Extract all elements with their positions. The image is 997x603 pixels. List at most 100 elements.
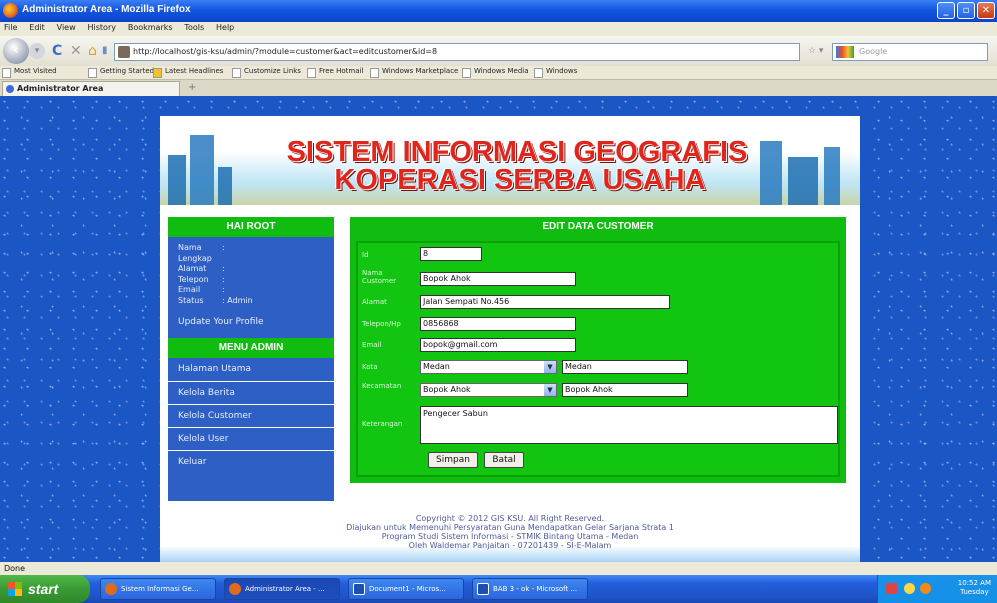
status-bar: Done (0, 562, 997, 575)
menu-file[interactable]: File (0, 22, 22, 32)
sidebar-greeting: HAI ROOT (168, 217, 334, 237)
info-label: Alamat (178, 264, 207, 273)
word-icon (353, 583, 365, 595)
home-icon[interactable]: ⌂ (88, 42, 97, 60)
rss-folder-icon (153, 68, 162, 78)
menu-tools[interactable]: Tools (180, 22, 209, 32)
tab-administrator-area[interactable]: Administrator Area (2, 81, 180, 96)
label-kota: Kota (362, 363, 378, 371)
sidebar-item-kelola-user[interactable]: Kelola User (168, 427, 334, 450)
kota-text-field[interactable]: Medan (562, 360, 688, 374)
email-field[interactable]: bopok@gmail.com (420, 338, 576, 352)
edit-customer-panel: EDIT DATA CUSTOMER Id 8 Nama Customer Bo… (350, 217, 846, 483)
batal-button[interactable]: Batal (484, 452, 524, 468)
search-placeholder: Google (859, 47, 888, 56)
maximize-button[interactable]: ▫ (957, 2, 975, 19)
bookmark-most-visited[interactable]: Most Visited (14, 67, 57, 75)
bookmark-icon (232, 68, 241, 78)
kecamatan-select[interactable]: Bopok Ahok ▼ (420, 383, 557, 397)
kecamatan-text-field[interactable]: Bopok Ahok (562, 383, 688, 397)
firefox-icon (229, 583, 241, 595)
info-label: Nama Lengkap (178, 243, 212, 263)
nama-customer-field[interactable]: Bopok Ahok (420, 272, 576, 286)
bookmark-latest-headlines[interactable]: Latest Headlines (165, 67, 223, 75)
site-identity-icon[interactable] (118, 46, 130, 58)
bookmark-windows[interactable]: Windows (546, 67, 577, 75)
telepon-field[interactable]: 0856868 (420, 317, 576, 331)
info-label: Status (178, 295, 204, 305)
site-banner: SISTEM INFORMASI GEOGRAFIS KOPERASI SERB… (160, 116, 860, 205)
minimize-button[interactable]: _ (937, 2, 955, 19)
update-profile-link[interactable]: Update Your Profile (168, 312, 334, 332)
id-field[interactable]: 8 (420, 247, 482, 261)
keterangan-textarea[interactable]: Pengecer Sabun (420, 406, 838, 444)
profile-info: Nama Lengkap: Alamat: Telepon: Email: St… (168, 237, 334, 306)
tray-firefox-icon[interactable] (920, 583, 931, 594)
taskbar-item-administrator-area[interactable]: Administrator Area - ... (224, 578, 340, 600)
taskbar-item-bab-3[interactable]: BAB 3 - ok - Microsoft ... (472, 578, 588, 600)
taskbar-item-sistem-informasi[interactable]: Sistem Informasi Ge... (100, 578, 216, 600)
alamat-field[interactable]: Jalan Sempati No.456 (420, 295, 670, 309)
chevron-down-icon[interactable]: ▼ (544, 384, 556, 396)
taskbar-item-label: Document1 - Micros... (369, 585, 446, 593)
label-nama-customer: Nama Customer (362, 269, 397, 285)
stop-icon[interactable]: ✕ (70, 42, 82, 60)
word-icon (477, 583, 489, 595)
reload-icon[interactable]: C (52, 42, 62, 60)
chevron-down-icon[interactable]: ▼ (544, 361, 556, 373)
page-footer: Copyright © 2012 GIS KSU. All Right Rese… (160, 508, 860, 562)
footer-line3: Program Studi Sistem Informasi - STMIK B… (381, 532, 639, 541)
bookmark-windows-marketplace[interactable]: Windows Marketplace (382, 67, 458, 75)
menu-bookmarks[interactable]: Bookmarks (124, 22, 178, 32)
close-button[interactable]: ✕ (977, 2, 995, 19)
tray-network-icon[interactable] (904, 583, 915, 594)
sidebar-item-keluar[interactable]: Keluar (168, 450, 334, 473)
window-title: Administrator Area - Mozilla Firefox (22, 4, 191, 15)
search-engine-icon[interactable] (836, 46, 854, 58)
clock-day: Tuesday (960, 588, 989, 596)
kota-select[interactable]: Medan ▼ (420, 360, 557, 374)
url-text: http://localhost/gis-ksu/admin/?module=c… (133, 47, 438, 56)
menu-view[interactable]: View (53, 22, 81, 32)
bookmark-icon (462, 68, 471, 78)
window-titlebar: Administrator Area - Mozilla Firefox _ ▫… (0, 0, 997, 22)
bookmark-customize-links[interactable]: Customize Links (244, 67, 301, 75)
bookmark-windows-media[interactable]: Windows Media (474, 67, 529, 75)
bookmark-icon (88, 68, 97, 78)
label-alamat: Alamat (362, 298, 387, 306)
sidebar-item-kelola-berita[interactable]: Kelola Berita (168, 381, 334, 404)
menu-edit[interactable]: Edit (25, 22, 50, 32)
start-label: start (28, 581, 59, 597)
taskbar-clock[interactable]: 10:52 AM Tuesday (958, 579, 991, 597)
start-button[interactable]: start (0, 575, 90, 603)
sidebar-item-kelola-customer[interactable]: Kelola Customer (168, 404, 334, 427)
windows-taskbar: start Sistem Informasi Ge... Administrat… (0, 575, 997, 603)
tab-label: Administrator Area (17, 84, 104, 93)
menu-history[interactable]: History (84, 22, 121, 32)
search-input[interactable]: Google (832, 43, 988, 61)
footer-line2: Diajukan untuk Memenuhi Persyaratan Guna… (346, 523, 674, 532)
menu-help[interactable]: Help (212, 22, 239, 32)
forward-button[interactable]: ▾ (29, 43, 45, 59)
info-value: : (222, 274, 225, 284)
simpan-button[interactable]: Simpan (428, 452, 478, 468)
bookmark-free-hotmail[interactable]: Free Hotmail (319, 67, 363, 75)
bookmark-getting-started[interactable]: Getting Started (100, 67, 154, 75)
menu-admin-title: MENU ADMIN (168, 338, 334, 358)
new-tab-button[interactable]: + (188, 82, 196, 93)
bookmark-star-icon[interactable]: ☆ ▾ (808, 46, 823, 56)
tray-app-icon[interactable] (886, 583, 897, 594)
tab-favicon-icon (6, 85, 14, 93)
bookmarks-toolbar: Most Visited Getting Started Latest Head… (0, 66, 997, 80)
bookmark-icon (534, 68, 543, 78)
sidebar-item-halaman-utama[interactable]: Halaman Utama (168, 358, 334, 381)
label-kecamatan: Kecamatan (362, 382, 402, 390)
url-bar[interactable]: http://localhost/gis-ksu/admin/?module=c… (114, 43, 800, 61)
taskbar-item-document1[interactable]: Document1 - Micros... (348, 578, 464, 600)
bookmark-icon (370, 68, 379, 78)
info-value: : (222, 243, 225, 252)
back-button[interactable]: ‹ (3, 38, 29, 64)
page-viewport: SISTEM INFORMASI GEOGRAFIS KOPERASI SERB… (0, 96, 997, 562)
bookmark-icon (307, 68, 316, 78)
footer-copyright: Copyright © 2012 GIS KSU. All Right Rese… (415, 514, 605, 523)
